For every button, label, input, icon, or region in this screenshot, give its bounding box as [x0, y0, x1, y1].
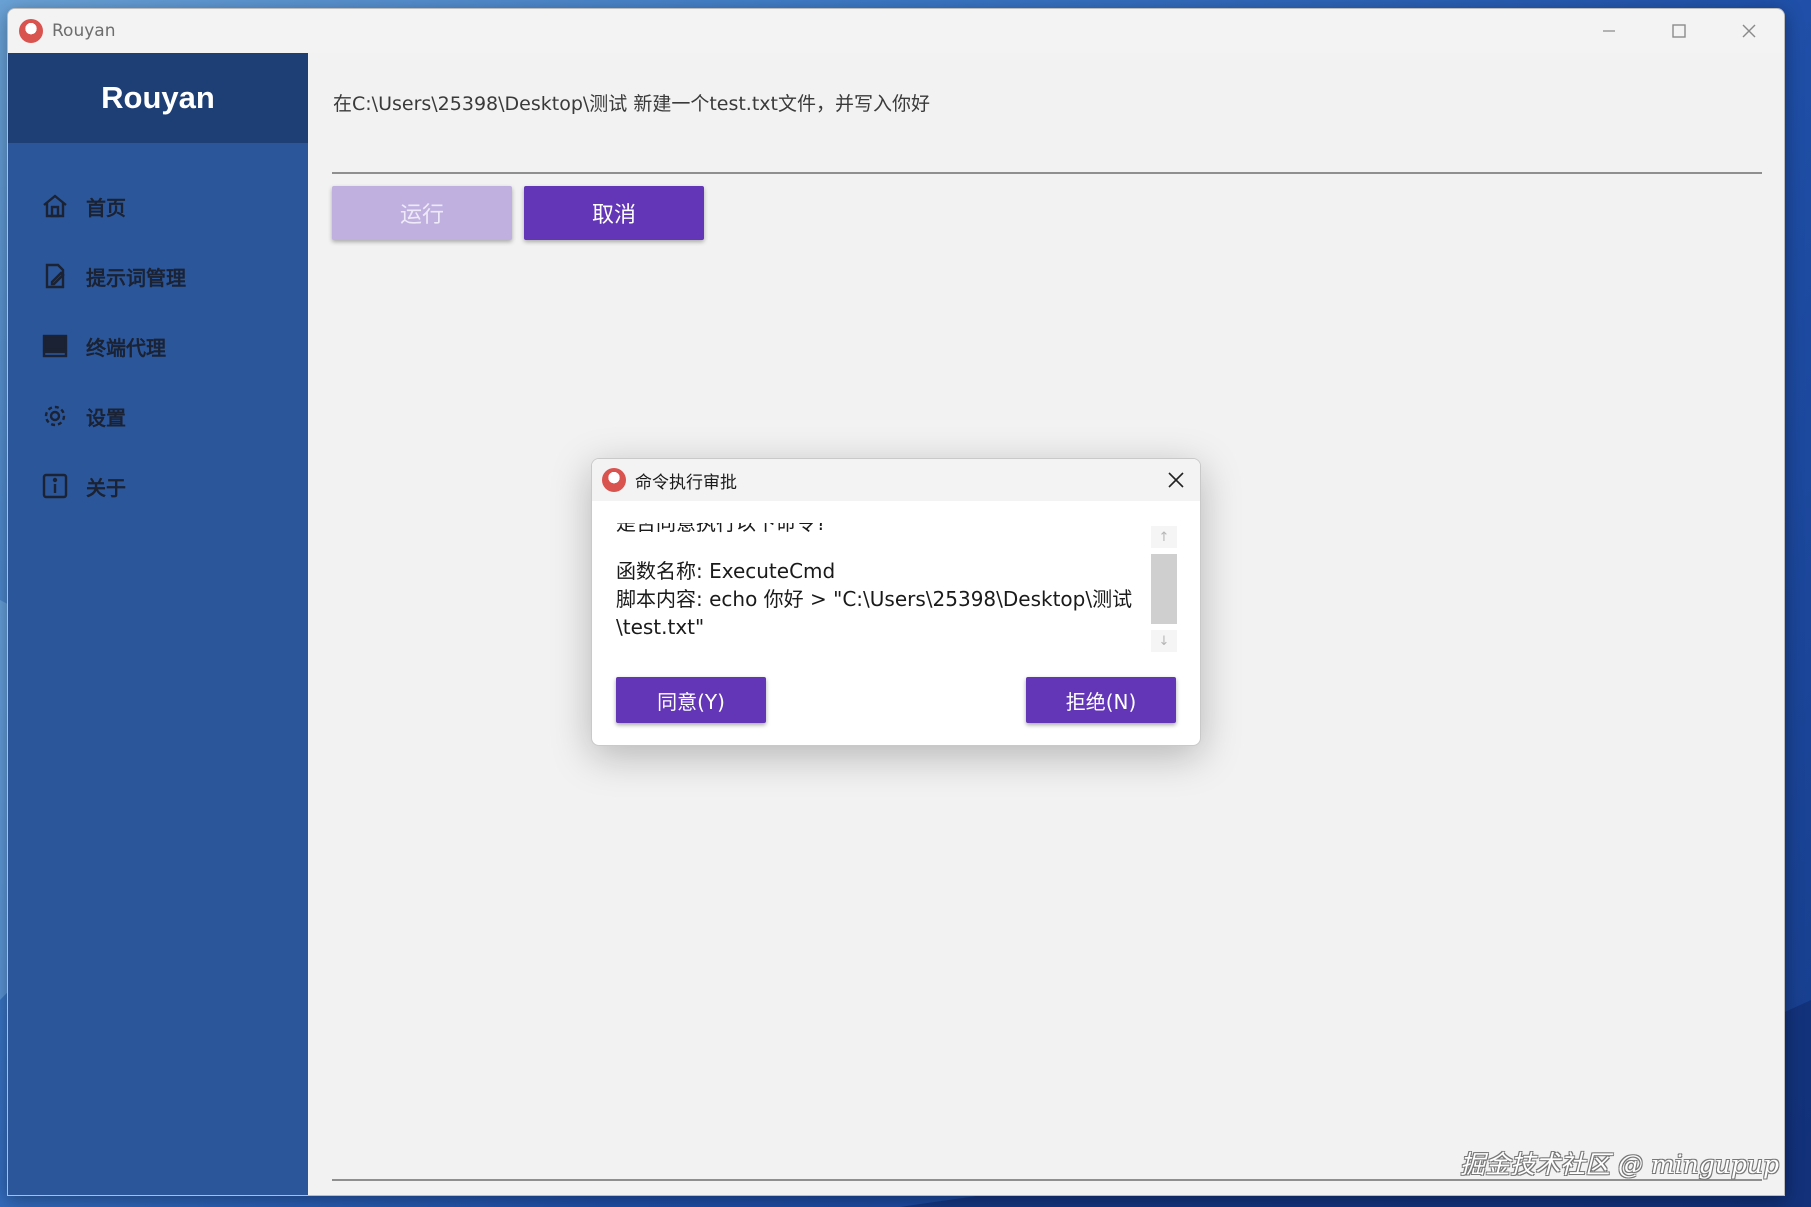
sidebar-item-label: 关于 [86, 475, 126, 500]
dialog-title-bar[interactable]: 命令执行审批 [592, 459, 1200, 501]
script-content-line: 脚本内容: echo 你好 > "C:\Users\25398\Desktop\… [616, 587, 1133, 611]
sidebar-item-prompts[interactable]: 提示词管理 [8, 241, 308, 311]
sidebar-header: Rouyan [8, 53, 308, 143]
brand-title: Rouyan [101, 80, 215, 115]
run-button[interactable]: 运行 [332, 186, 512, 240]
approve-button[interactable]: 同意(Y) [616, 677, 766, 723]
scroll-down-icon[interactable]: ↓ [1151, 630, 1177, 652]
divider [332, 172, 1762, 174]
watermark: 掘金技术社区 @ mingupup [1460, 1150, 1779, 1179]
sidebar-item-terminal[interactable]: 终端代理 [8, 311, 308, 381]
sidebar-item-about[interactable]: 关于 [8, 451, 308, 521]
sidebar-item-home[interactable]: 首页 [8, 171, 308, 241]
app-logo-icon [602, 468, 626, 492]
sidebar: Rouyan 首页 提示词管理 终端代理 设置 关于 [8, 53, 308, 1195]
close-icon [1742, 24, 1756, 38]
app-logo-icon [19, 19, 43, 43]
sidebar-item-label: 终端代理 [86, 335, 166, 360]
dialog-title: 命令执行审批 [635, 472, 737, 493]
home-icon [40, 191, 70, 221]
sidebar-item-settings[interactable]: 设置 [8, 381, 308, 451]
maximize-icon [1672, 24, 1686, 38]
title-bar[interactable]: Rouyan [8, 9, 1784, 53]
function-name-line: 函数名称: ExecuteCmd [616, 559, 836, 583]
approval-dialog: 命令执行审批 是否同意执行以下命令? 函数名称: ExecuteCmd 脚本内容… [591, 458, 1201, 746]
minimize-icon [1603, 30, 1615, 32]
close-icon [1168, 472, 1184, 488]
maximize-button[interactable] [1644, 9, 1714, 53]
info-icon [40, 471, 70, 501]
sidebar-item-label: 首页 [86, 195, 126, 220]
sidebar-nav: 首页 提示词管理 终端代理 设置 关于 [8, 171, 308, 521]
window-controls [1574, 9, 1784, 53]
dialog-scrollbar[interactable]: ↑ ↓ [1151, 526, 1177, 652]
sidebar-item-label: 提示词管理 [86, 265, 186, 290]
sidebar-item-label: 设置 [86, 405, 126, 430]
close-button[interactable] [1714, 9, 1784, 53]
prompt-input-text[interactable]: 在C:\Users\25398\Desktop\测试 新建一个test.txt文… [333, 89, 930, 116]
dialog-question: 是否同意执行以下命令? [616, 523, 827, 535]
scroll-up-icon[interactable]: ↑ [1151, 526, 1177, 548]
reject-button[interactable]: 拒绝(N) [1026, 677, 1176, 723]
cancel-button[interactable]: 取消 [524, 186, 704, 240]
gear-icon [40, 401, 70, 431]
minimize-button[interactable] [1574, 9, 1644, 53]
script-content-line-continued: \test.txt" [616, 615, 705, 639]
dialog-close-button[interactable] [1162, 466, 1190, 494]
terminal-icon [40, 331, 70, 361]
scroll-thumb[interactable] [1151, 554, 1177, 624]
window-title: Rouyan [52, 21, 116, 41]
dialog-message: 是否同意执行以下命令? 函数名称: ExecuteCmd 脚本内容: echo … [616, 523, 1144, 639]
edit-document-icon [40, 261, 70, 291]
